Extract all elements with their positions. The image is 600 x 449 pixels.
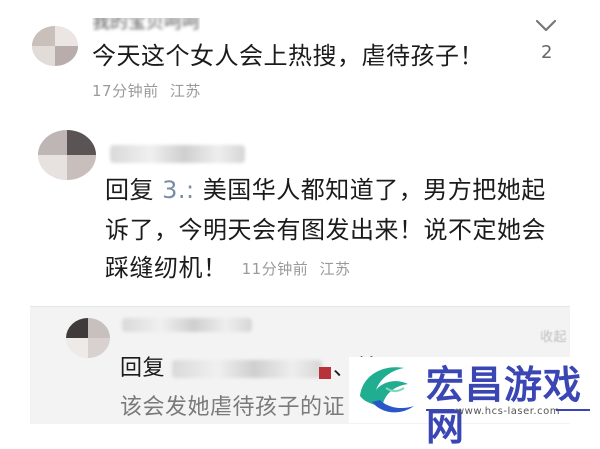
comment-line-1: 美国华人都知道了，男方把她起 <box>202 176 546 204</box>
comment-text: 今天这个女人会上热搜，虐待孩子！ <box>92 42 484 70</box>
collapse-label[interactable]: 收起 <box>540 326 567 345</box>
reply-prefix: 回复 <box>120 356 166 381</box>
comment-author-name[interactable]: 我的宝贝呵呵 <box>92 18 200 34</box>
comment-line-3-row: 踩缝纫机！ 11分钟前 江苏 <box>105 248 351 289</box>
avatar[interactable] <box>38 130 96 180</box>
comment-meta: 11分钟前 江苏 <box>242 260 351 278</box>
comment-time: 17分钟前 <box>92 82 159 100</box>
reply-count: 2 <box>541 42 553 63</box>
watermark-underline <box>426 409 454 411</box>
reply-mention[interactable]: 3.: <box>162 176 194 204</box>
mention-marker <box>319 367 331 379</box>
comment-meta: 17分钟前 江苏 <box>92 80 201 101</box>
comment-line-3: 踩缝纫机！ <box>105 254 228 282</box>
reply-mention-blurred[interactable] <box>172 360 322 378</box>
expand-chevron-icon[interactable] <box>534 18 558 34</box>
dragon-logo-icon <box>360 367 414 413</box>
comment-time: 11分钟前 <box>241 260 309 278</box>
comment-text: 回复 <box>120 349 165 389</box>
comment-author-name[interactable] <box>122 318 252 332</box>
avatar[interactable] <box>66 318 110 358</box>
comment-location: 江苏 <box>169 82 201 100</box>
comment-author-name[interactable] <box>110 145 245 163</box>
comment-line-2: 诉了，今明天会有图发出来！说不定她会 <box>105 216 546 244</box>
avatar[interactable] <box>32 26 78 66</box>
watermark-underline <box>556 409 590 411</box>
comment-text: 回复 3.: 美国华人都知道了，男方把她起 <box>105 170 546 210</box>
comment-line-2: 该会发她虐待孩子的证 <box>120 395 346 420</box>
watermark-url: www.hcs-laser.com <box>456 406 560 417</box>
comment-location: 江苏 <box>319 260 351 278</box>
reply-prefix: 回复 <box>105 176 154 204</box>
